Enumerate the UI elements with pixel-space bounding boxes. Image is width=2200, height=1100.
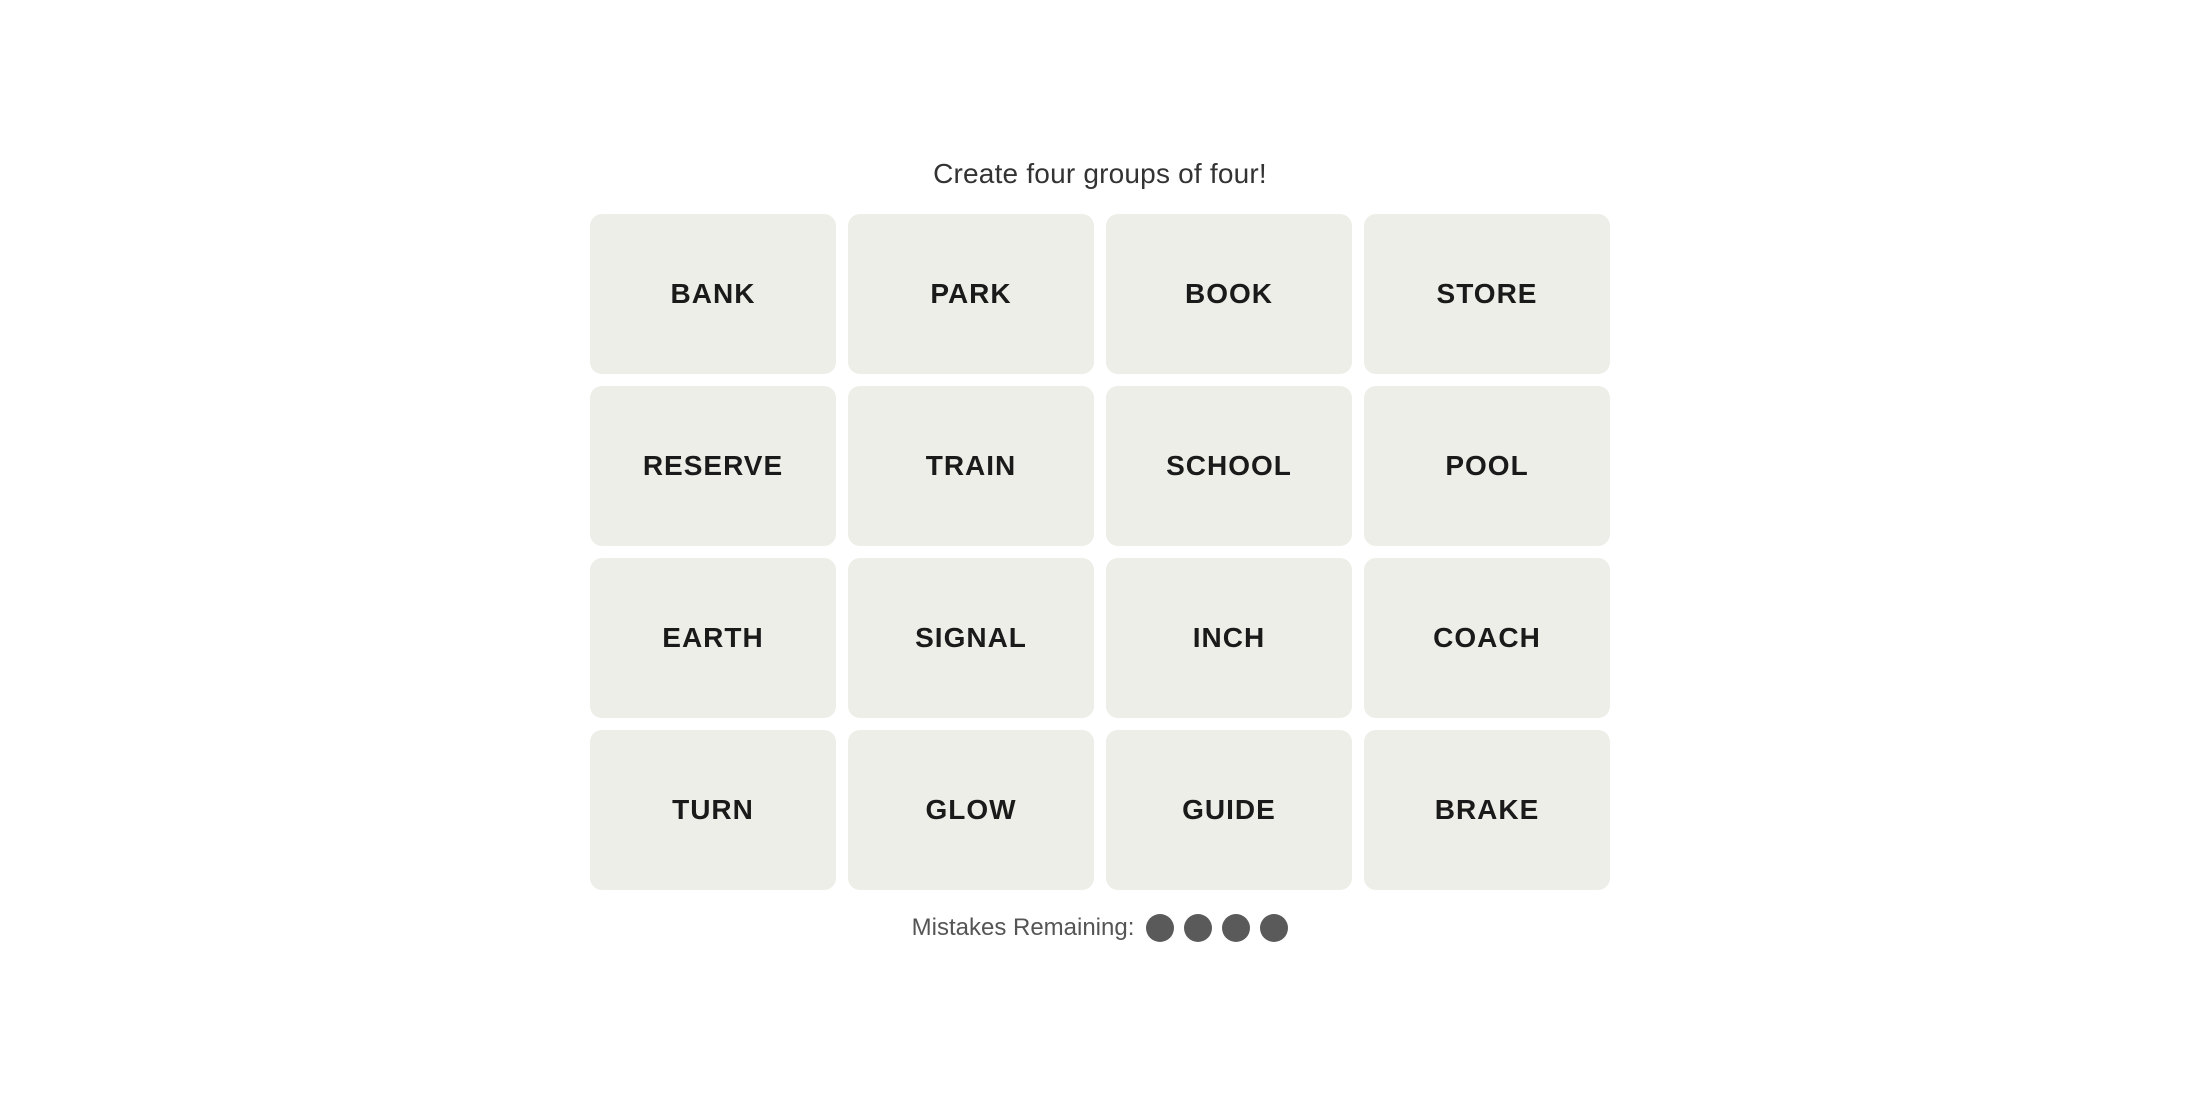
word-label-store: STORE xyxy=(1437,278,1538,310)
mistakes-row: Mistakes Remaining: xyxy=(912,914,1289,942)
word-card-signal[interactable]: SIGNAL xyxy=(848,558,1094,718)
word-label-earth: EARTH xyxy=(662,622,763,654)
word-card-coach[interactable]: COACH xyxy=(1364,558,1610,718)
mistake-dot-1 xyxy=(1146,914,1174,942)
word-label-turn: TURN xyxy=(672,794,754,826)
word-label-glow: GLOW xyxy=(925,794,1016,826)
word-label-signal: SIGNAL xyxy=(915,622,1027,654)
word-label-train: TRAIN xyxy=(926,450,1017,482)
mistake-dot-3 xyxy=(1222,914,1250,942)
word-label-park: PARK xyxy=(930,278,1011,310)
dots-container xyxy=(1146,914,1288,942)
word-label-reserve: RESERVE xyxy=(643,450,783,482)
word-label-school: SCHOOL xyxy=(1166,450,1292,482)
word-card-park[interactable]: PARK xyxy=(848,214,1094,374)
word-card-inch[interactable]: INCH xyxy=(1106,558,1352,718)
word-card-earth[interactable]: EARTH xyxy=(590,558,836,718)
word-card-bank[interactable]: BANK xyxy=(590,214,836,374)
word-label-guide: GUIDE xyxy=(1182,794,1276,826)
word-label-inch: INCH xyxy=(1193,622,1265,654)
word-card-school[interactable]: SCHOOL xyxy=(1106,386,1352,546)
mistake-dot-4 xyxy=(1260,914,1288,942)
word-label-bank: BANK xyxy=(671,278,756,310)
word-card-glow[interactable]: GLOW xyxy=(848,730,1094,890)
word-card-book[interactable]: BOOK xyxy=(1106,214,1352,374)
word-card-turn[interactable]: TURN xyxy=(590,730,836,890)
mistake-dot-2 xyxy=(1184,914,1212,942)
word-card-train[interactable]: TRAIN xyxy=(848,386,1094,546)
subtitle: Create four groups of four! xyxy=(933,158,1267,190)
game-container: Create four groups of four! BANK PARK BOOK… xyxy=(550,158,1650,942)
word-label-brake: BRAKE xyxy=(1435,794,1540,826)
word-card-store[interactable]: STORE xyxy=(1364,214,1610,374)
word-card-pool[interactable]: POOL xyxy=(1364,386,1610,546)
word-label-pool: POOL xyxy=(1445,450,1528,482)
word-card-reserve[interactable]: RESERVE xyxy=(590,386,836,546)
word-label-coach: COACH xyxy=(1433,622,1541,654)
word-card-brake[interactable]: BRAKE xyxy=(1364,730,1610,890)
word-card-guide[interactable]: GUIDE xyxy=(1106,730,1352,890)
mistakes-label: Mistakes Remaining: xyxy=(912,914,1135,942)
word-label-book: BOOK xyxy=(1185,278,1273,310)
word-grid: BANK PARK BOOK STORE RESERVE TRAIN SCHOOL POOL E… xyxy=(590,214,1610,890)
